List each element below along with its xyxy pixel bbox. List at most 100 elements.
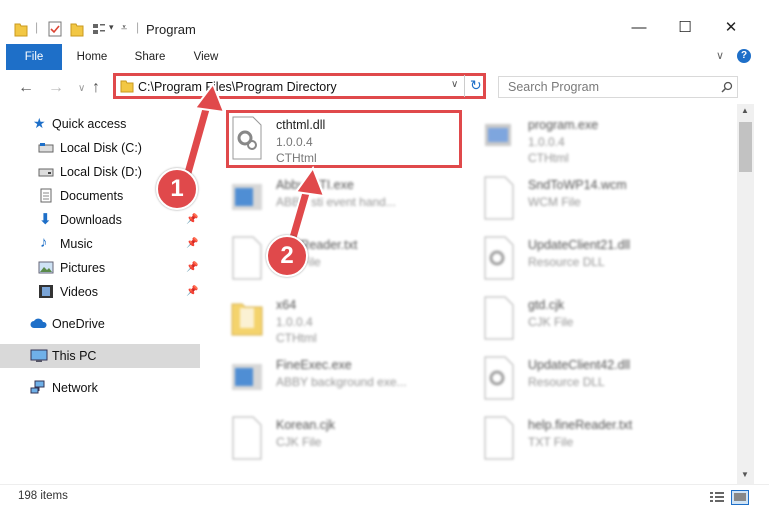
file-item-finereader-txt[interactable]: FineReader.txt Text File (230, 232, 460, 290)
sidebar-item-this-pc[interactable]: This PC (0, 344, 200, 368)
text-file-icon (232, 236, 262, 280)
generic-file-icon (232, 416, 262, 460)
sidebar-item-onedrive[interactable]: OneDrive (0, 313, 200, 335)
pin-icon[interactable]: 📌 (186, 238, 198, 249)
exe-file-icon (232, 184, 262, 210)
close-button[interactable]: ✕ (716, 18, 746, 38)
window-title: Program (146, 22, 196, 37)
details-view-icon[interactable] (709, 491, 725, 504)
dll-file-icon (484, 236, 514, 280)
sidebar-item-downloads[interactable]: ⬇ Downloads 📌 (0, 209, 200, 231)
callout-step-1: 1 (156, 168, 198, 210)
vertical-scrollbar[interactable]: ▲ ▼ (737, 104, 754, 484)
sidebar-item-label: Videos (60, 285, 98, 299)
sidebar-item-label: Local Disk (C:) (60, 141, 142, 155)
minimize-button[interactable]: — (624, 18, 654, 38)
drive-icon (38, 143, 54, 153)
dropdown-arrow-icon[interactable]: ▾ (109, 22, 114, 38)
address-dropdown-icon[interactable]: ∨ (451, 79, 458, 90)
pin-icon[interactable]: 📌 (186, 286, 198, 297)
search-icon[interactable] (721, 81, 733, 93)
computer-icon (30, 349, 48, 362)
separator: | (35, 20, 39, 34)
file-item-help-finereader-txt[interactable]: help.fineReader.txt TXT File (482, 412, 712, 470)
file-name: x64 (276, 298, 297, 312)
recent-locations-icon[interactable]: ∨ (78, 83, 85, 94)
callout-step-2: 2 (266, 235, 308, 277)
refresh-icon[interactable]: ↻ (470, 77, 482, 94)
star-icon: ★ (33, 115, 46, 131)
file-name: UpdateClient21.dll (528, 238, 631, 252)
tab-share[interactable]: Share (128, 44, 172, 70)
folder-icon (231, 303, 263, 336)
back-arrow-icon[interactable]: ← (18, 79, 34, 97)
file-type: CJK File (528, 315, 574, 329)
download-arrow-icon: ⬇ (39, 211, 52, 228)
generic-file-icon (484, 296, 514, 340)
text-file-icon (484, 416, 514, 460)
sidebar-item-videos[interactable]: Videos 📌 (0, 281, 200, 303)
item-count: 198 items (18, 490, 68, 502)
file-item-korean-cjk[interactable]: Korean.cjk CJK File (230, 412, 460, 470)
large-icons-view-icon[interactable] (731, 490, 749, 505)
view-options-icon[interactable] (92, 21, 106, 37)
tab-view[interactable]: View (186, 44, 226, 70)
exe-file-icon (485, 124, 511, 146)
file-item-sndtowp14-wcm[interactable]: SndToWP14.wcm WCM File (482, 172, 712, 230)
address-path[interactable]: C:\Program Files\Program Directory (138, 80, 337, 94)
up-arrow-icon[interactable]: ↑ (92, 79, 100, 97)
file-item-x64[interactable]: x64 1.0.0.4 CTHtml (230, 292, 460, 350)
navigation-pane: ★ Quick access Local Disk (C:) Local Dis… (0, 104, 200, 484)
file-item-abbyysti-exe[interactable]: AbbyySTI.exe ABBY sti event hand... (230, 172, 460, 230)
file-item-updateclient42-dll[interactable]: UpdateClient42.dll Resource DLL (482, 352, 712, 410)
sidebar-item-music[interactable]: ♪ Music 📌 (0, 233, 200, 255)
title-bar: | ▾ ⩡ | Program — ☐ ✕ (0, 0, 769, 44)
file-type: Resource DLL (528, 375, 605, 389)
drive-icon (38, 168, 54, 177)
file-highlight-box (226, 110, 462, 168)
divider (464, 75, 465, 97)
scrollbar-thumb[interactable] (739, 122, 752, 172)
help-icon[interactable]: ? (737, 49, 751, 63)
file-description: ABBY sti event hand... (276, 195, 396, 209)
status-bar: 198 items (0, 484, 769, 517)
forward-arrow-icon[interactable]: → (48, 79, 64, 97)
sidebar-item-quick-access[interactable]: ★ Quick access (0, 113, 200, 135)
sidebar-item-label: Pictures (60, 261, 106, 275)
address-bar[interactable]: C:\Program Files\Program Directory ∨ ↻ (113, 73, 486, 99)
file-name: SndToWP14.wcm (528, 178, 627, 192)
cloud-icon (30, 318, 47, 328)
separator: | (136, 20, 140, 34)
folder-icon[interactable] (14, 21, 28, 37)
generic-file-icon (484, 176, 514, 220)
sidebar-item-label: Local Disk (D:) (60, 165, 142, 179)
file-item-program-exe[interactable]: program.exe 1.0.0.4 CTHtml (482, 112, 712, 170)
file-name: help.fineReader.txt (528, 418, 633, 432)
pin-icon[interactable]: 📌 (186, 262, 198, 273)
scroll-down-icon[interactable]: ▼ (741, 470, 749, 479)
file-type: WCM File (528, 195, 581, 209)
address-row: ← → ∨ ↑ C:\Program Files\Program Directo… (0, 70, 769, 104)
file-item-updateclient21-dll[interactable]: UpdateClient21.dll Resource DLL (482, 232, 712, 290)
file-description: ABBY background exe... (276, 375, 407, 389)
pin-icon[interactable]: 📌 (186, 214, 198, 225)
scroll-up-icon[interactable]: ▲ (741, 106, 749, 115)
maximize-button[interactable]: ☐ (670, 18, 700, 38)
file-name: AbbyySTI.exe (276, 178, 354, 192)
tab-home[interactable]: Home (70, 44, 114, 70)
file-name: FineExec.exe (276, 358, 352, 372)
file-item-fineexec-exe[interactable]: FineExec.exe ABBY background exe... (230, 352, 460, 410)
expand-ribbon-icon[interactable]: ∨ (716, 49, 724, 62)
sidebar-item-local-disk-c[interactable]: Local Disk (C:) (0, 137, 200, 159)
sidebar-item-pictures[interactable]: Pictures 📌 (0, 257, 200, 279)
file-item-gtd-cjk[interactable]: gtd.cjk CJK File (482, 292, 712, 350)
customize-toolbar-icon[interactable]: ⩡ (121, 22, 127, 38)
sidebar-item-label: Downloads (60, 213, 122, 227)
properties-icon[interactable] (48, 21, 62, 37)
search-input[interactable]: Search Program (498, 76, 738, 98)
search-placeholder: Search Program (508, 80, 600, 94)
sidebar-item-network[interactable]: Network (0, 377, 200, 399)
file-type: CJK File (276, 435, 322, 449)
ribbon-tabs: File Home Share View ∨ ? (0, 44, 769, 102)
new-folder-icon[interactable] (70, 21, 84, 37)
